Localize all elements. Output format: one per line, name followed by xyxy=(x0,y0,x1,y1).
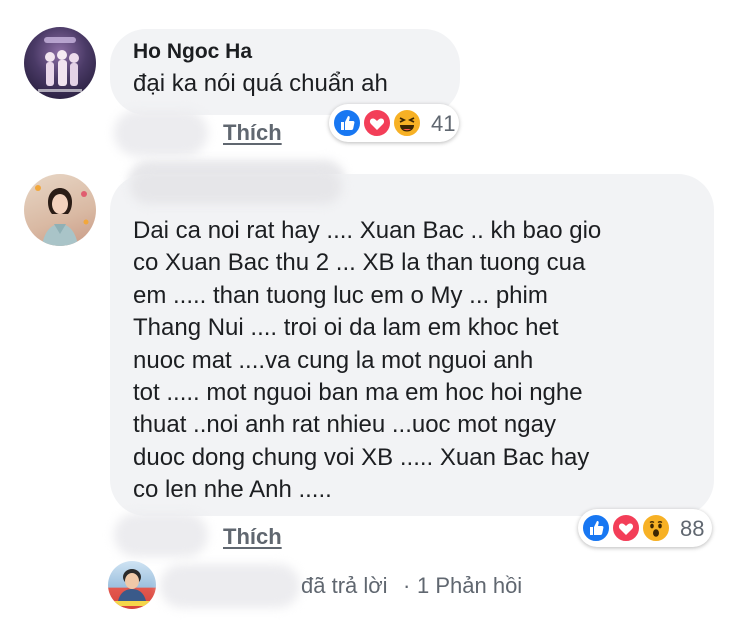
love-icon xyxy=(362,108,392,138)
commenter-avatar[interactable] xyxy=(24,27,96,99)
reply-separator: · xyxy=(403,573,411,598)
comment-author[interactable]: Ho Ngoc Ha xyxy=(133,40,252,64)
reaction-count: 88 xyxy=(680,516,705,541)
like-icon xyxy=(332,108,362,138)
haha-icon xyxy=(392,108,422,138)
comment-text: Dai ca noi rat hay .... Xuan Bac .. kh b… xyxy=(133,217,602,504)
blurred-timestamp xyxy=(114,110,208,156)
blurred-timestamp xyxy=(114,513,208,557)
comment-text: đại ka nói quá chuẩn ah xyxy=(133,70,388,97)
replier-avatar[interactable] xyxy=(108,561,156,609)
like-link[interactable]: Thích xyxy=(223,120,282,146)
avatar-photo xyxy=(112,569,152,606)
avatar-photo xyxy=(38,37,82,92)
love-icon xyxy=(611,513,641,543)
like-link[interactable]: Thích xyxy=(223,524,282,550)
reactions-summary[interactable]: 41 xyxy=(329,104,459,142)
commenter-avatar[interactable] xyxy=(24,174,96,246)
replied-text[interactable]: đã trả lời xyxy=(301,573,388,599)
blurred-author-name xyxy=(130,168,342,204)
reactions-summary[interactable]: 88 xyxy=(578,509,712,547)
reply-count-link[interactable]: 1 Phản hồi xyxy=(417,573,522,599)
like-icon xyxy=(581,513,611,543)
avatar-photo xyxy=(35,185,89,246)
wow-icon xyxy=(641,513,671,543)
reaction-count: 41 xyxy=(431,111,456,136)
blurred-replier-name xyxy=(160,564,300,608)
